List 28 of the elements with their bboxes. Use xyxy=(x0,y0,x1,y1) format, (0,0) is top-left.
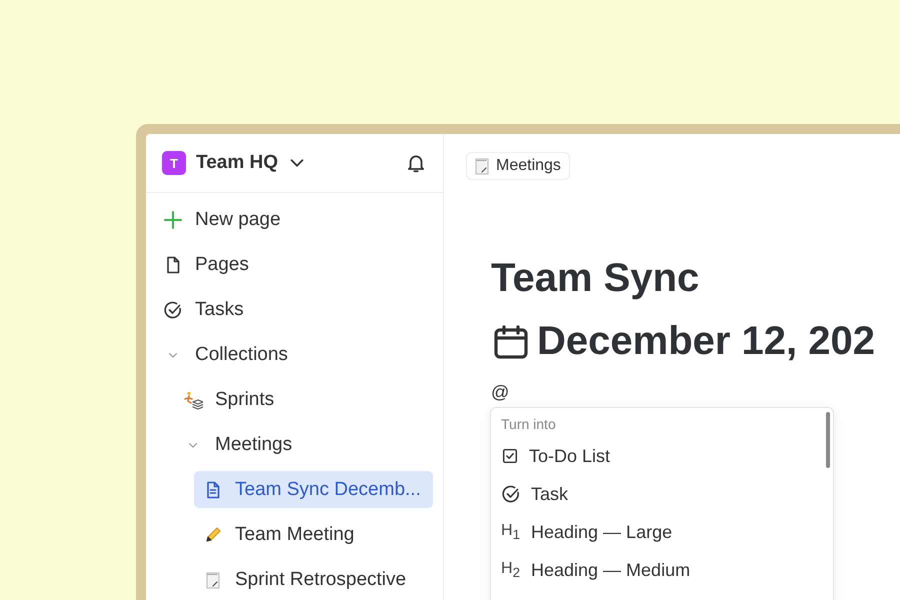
plus-icon xyxy=(163,210,183,230)
workspace-avatar: T xyxy=(162,151,186,175)
sidebar-item[interactable]: Collections xyxy=(154,336,433,373)
sidebar-item[interactable]: New page xyxy=(154,201,433,238)
breadcrumb[interactable]: Meetings xyxy=(466,152,570,180)
menu-item[interactable]: Task xyxy=(501,480,823,508)
workspace-switcher[interactable]: Team HQ xyxy=(196,152,306,174)
sidebar-item[interactable]: Pages xyxy=(154,246,433,283)
menu-item[interactable]: H$_{2}$ Heading — Medium xyxy=(501,556,823,584)
check-circle-icon xyxy=(163,300,183,320)
sidebar-item[interactable]: Team Meeting xyxy=(194,516,433,553)
scrollbar-thumb xyxy=(826,412,830,468)
heading-marker: H$_{2}$ xyxy=(501,560,521,580)
runner-stack-icon xyxy=(183,390,203,410)
checkbox-icon xyxy=(501,447,519,465)
page-title: Team Sync xyxy=(491,256,700,301)
menu-item[interactable]: H$_{1}$ Heading — Large xyxy=(501,518,823,546)
sidebar-item[interactable]: Sprints xyxy=(174,381,433,418)
page-date: December 12, 202 xyxy=(537,319,876,364)
typed-text: @ xyxy=(491,382,510,403)
menu-header: Turn into xyxy=(501,416,557,432)
sidebar-item[interactable]: Sprint Retrospective xyxy=(194,561,433,598)
menu-item[interactable]: To-Do List xyxy=(501,442,823,470)
sidebar-item[interactable]: Meetings xyxy=(174,426,433,463)
check-circle-icon xyxy=(501,484,521,504)
heading-marker: H$_{1}$ xyxy=(501,522,521,542)
sidebar-item[interactable]: Tasks xyxy=(154,291,433,328)
sidebar-item[interactable]: Team Sync Decemb... xyxy=(194,471,433,508)
